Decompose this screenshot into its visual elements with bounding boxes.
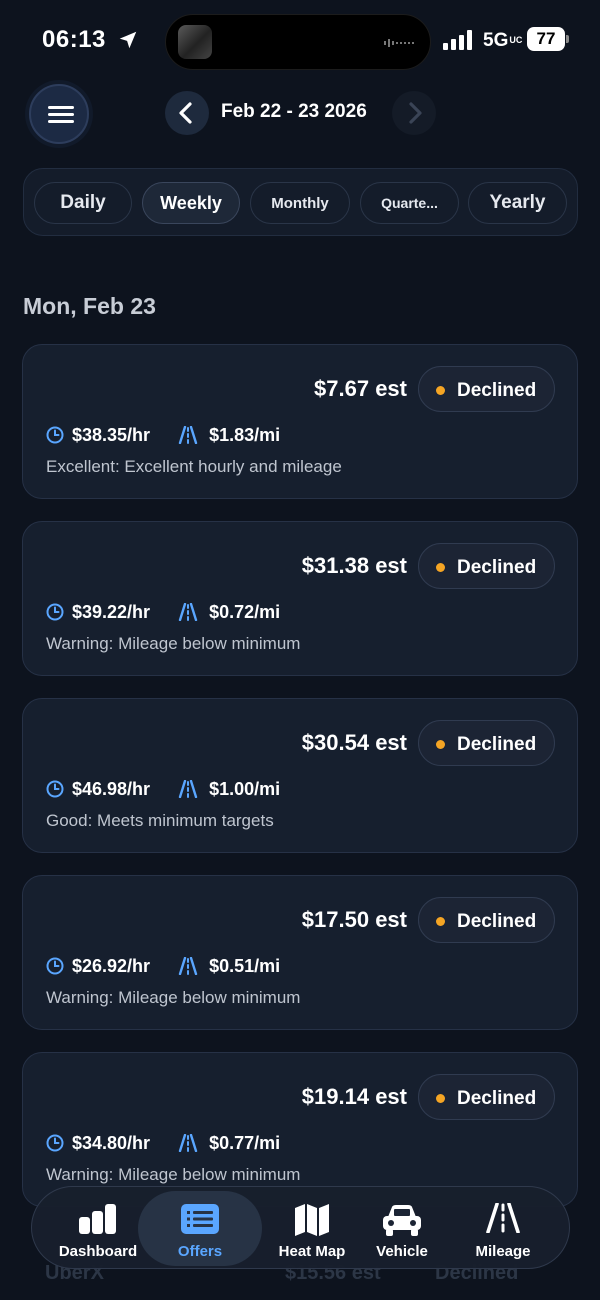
offer-estimate: $30.54 est xyxy=(301,730,407,755)
offer-note: Good: Meets minimum targets xyxy=(46,811,274,830)
location-arrow-icon xyxy=(119,31,137,49)
nav-vehicle[interactable]: Vehicle xyxy=(346,1191,458,1266)
clock-icon xyxy=(46,603,64,621)
status-dot-icon xyxy=(436,563,445,572)
road-icon xyxy=(178,1134,198,1152)
offer-note: Warning: Mileage below minimum xyxy=(46,1165,301,1184)
status-time: 06:13 xyxy=(42,26,106,53)
next-date-button[interactable] xyxy=(392,91,436,135)
status-badge: Declined xyxy=(418,1074,555,1120)
menu-button[interactable] xyxy=(29,84,89,144)
list-icon xyxy=(181,1204,219,1234)
now-playing-artwork xyxy=(178,25,212,59)
hourly-rate: $46.98/hr xyxy=(72,778,151,799)
battery-icon: 77 xyxy=(527,27,569,51)
offer-note: Excellent: Excellent hourly and mileage xyxy=(46,457,342,476)
cellular-signal-icon xyxy=(443,30,472,50)
clock-icon xyxy=(46,957,64,975)
nav-mileage[interactable]: Mileage xyxy=(447,1191,559,1266)
audio-wave-icon xyxy=(384,39,414,47)
offer-estimate: $7.67 est xyxy=(314,376,407,401)
day-heading: Mon, Feb 23 xyxy=(23,293,156,319)
road-icon xyxy=(178,603,198,621)
offer-estimate: $17.50 est xyxy=(301,907,407,932)
hourly-rate: $38.35/hr xyxy=(72,424,151,445)
tab-daily[interactable]: Daily xyxy=(34,182,132,224)
road-icon xyxy=(486,1203,520,1233)
road-icon xyxy=(178,780,198,798)
status-dot-icon xyxy=(436,740,445,749)
offer-card[interactable]: $30.54 est Declined $46.98/hr $1.00/mi G… xyxy=(22,698,578,853)
hourly-rate: $39.22/hr xyxy=(72,601,151,622)
offer-estimate: $31.38 est xyxy=(301,553,407,578)
clock-icon xyxy=(46,426,64,444)
previous-date-button[interactable] xyxy=(165,91,209,135)
network-type: 5GUC xyxy=(483,30,523,51)
chevron-right-icon xyxy=(409,102,422,124)
offer-note: Warning: Mileage below minimum xyxy=(46,988,301,1007)
bottom-navigation: Dashboard Offers Heat Map Vehicle Mileag… xyxy=(31,1186,570,1269)
offer-card[interactable]: $17.50 est Declined $26.92/hr $0.51/mi W… xyxy=(22,875,578,1030)
tab-yearly[interactable]: Yearly xyxy=(468,182,567,224)
offer-note: Warning: Mileage below minimum xyxy=(46,634,301,653)
status-badge: Declined xyxy=(418,720,555,766)
nav-offers[interactable]: Offers xyxy=(138,1191,262,1266)
status-badge: Declined xyxy=(418,366,555,412)
offer-card[interactable]: $19.14 est Declined $34.80/hr $0.77/mi W… xyxy=(22,1052,578,1207)
map-icon xyxy=(295,1204,329,1236)
status-dot-icon xyxy=(436,917,445,926)
status-badge: Declined xyxy=(418,897,555,943)
road-icon xyxy=(178,957,198,975)
offer-estimate: $19.14 est xyxy=(301,1084,407,1109)
chevron-left-icon xyxy=(179,102,192,124)
date-range-label: Feb 22 - 23 2026 xyxy=(221,101,367,122)
per-mile-rate: $1.83/mi xyxy=(209,424,281,445)
status-badge: Declined xyxy=(418,543,555,589)
hourly-rate: $26.92/hr xyxy=(72,955,151,976)
tab-quarterly[interactable]: Quarte... xyxy=(360,182,459,224)
offer-card[interactable]: $7.67 est Declined $38.35/hr $1.83/mi Ex… xyxy=(22,344,578,499)
status-bar: 06:13 5GUC 77 xyxy=(0,0,600,84)
per-mile-rate: $0.72/mi xyxy=(209,601,281,622)
road-icon xyxy=(178,426,198,444)
period-tabs: Daily Weekly Monthly Quarte... Yearly xyxy=(23,168,578,236)
per-mile-rate: $0.51/mi xyxy=(209,955,281,976)
car-icon xyxy=(383,1205,421,1236)
battery-level: 77 xyxy=(527,27,565,51)
dynamic-island[interactable] xyxy=(165,14,431,70)
per-mile-rate: $1.00/mi xyxy=(209,778,281,799)
tab-weekly[interactable]: Weekly xyxy=(142,182,240,224)
bar-chart-icon xyxy=(79,1204,116,1234)
hourly-rate: $34.80/hr xyxy=(72,1132,151,1153)
clock-icon xyxy=(46,780,64,798)
tab-monthly[interactable]: Monthly xyxy=(250,182,350,224)
clock-icon xyxy=(46,1134,64,1152)
status-dot-icon xyxy=(436,386,445,395)
per-mile-rate: $0.77/mi xyxy=(209,1132,281,1153)
status-dot-icon xyxy=(436,1094,445,1103)
offer-card[interactable]: $31.38 est Declined $39.22/hr $0.72/mi W… xyxy=(22,521,578,676)
